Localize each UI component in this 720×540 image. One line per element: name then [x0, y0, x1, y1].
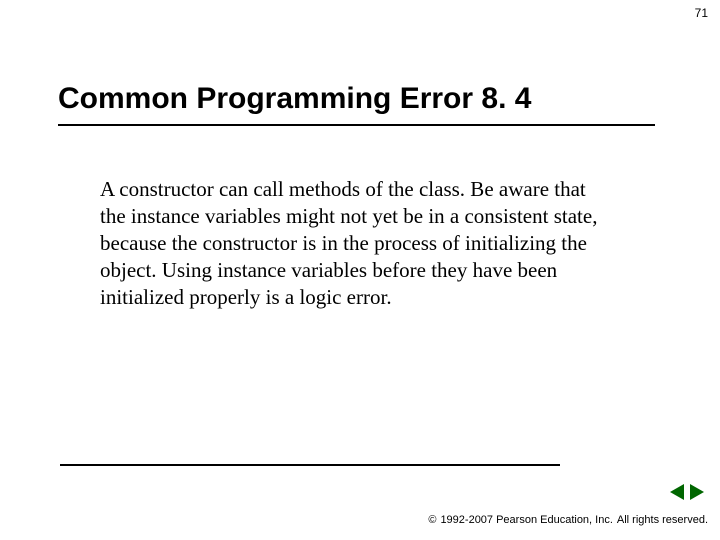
- slide-title: Common Programming Error 8. 4: [58, 82, 655, 124]
- body-paragraph: A constructor can call methods of the cl…: [100, 176, 598, 310]
- copyright-symbol: ©: [428, 514, 436, 526]
- nav-controls: [670, 484, 704, 500]
- title-block: Common Programming Error 8. 4: [58, 82, 655, 126]
- copyright-line: © 1992-2007 Pearson Education, Inc. All …: [428, 514, 708, 526]
- title-rule: [58, 124, 655, 126]
- copyright-years: 1992-2007 Pearson Education, Inc.: [440, 514, 612, 526]
- slide: 71 Common Programming Error 8. 4 A const…: [0, 0, 720, 540]
- page-number: 71: [695, 6, 708, 20]
- prev-slide-icon[interactable]: [670, 484, 684, 500]
- next-slide-icon[interactable]: [690, 484, 704, 500]
- copyright-rights: All rights reserved.: [617, 514, 708, 526]
- bottom-rule: [60, 464, 560, 466]
